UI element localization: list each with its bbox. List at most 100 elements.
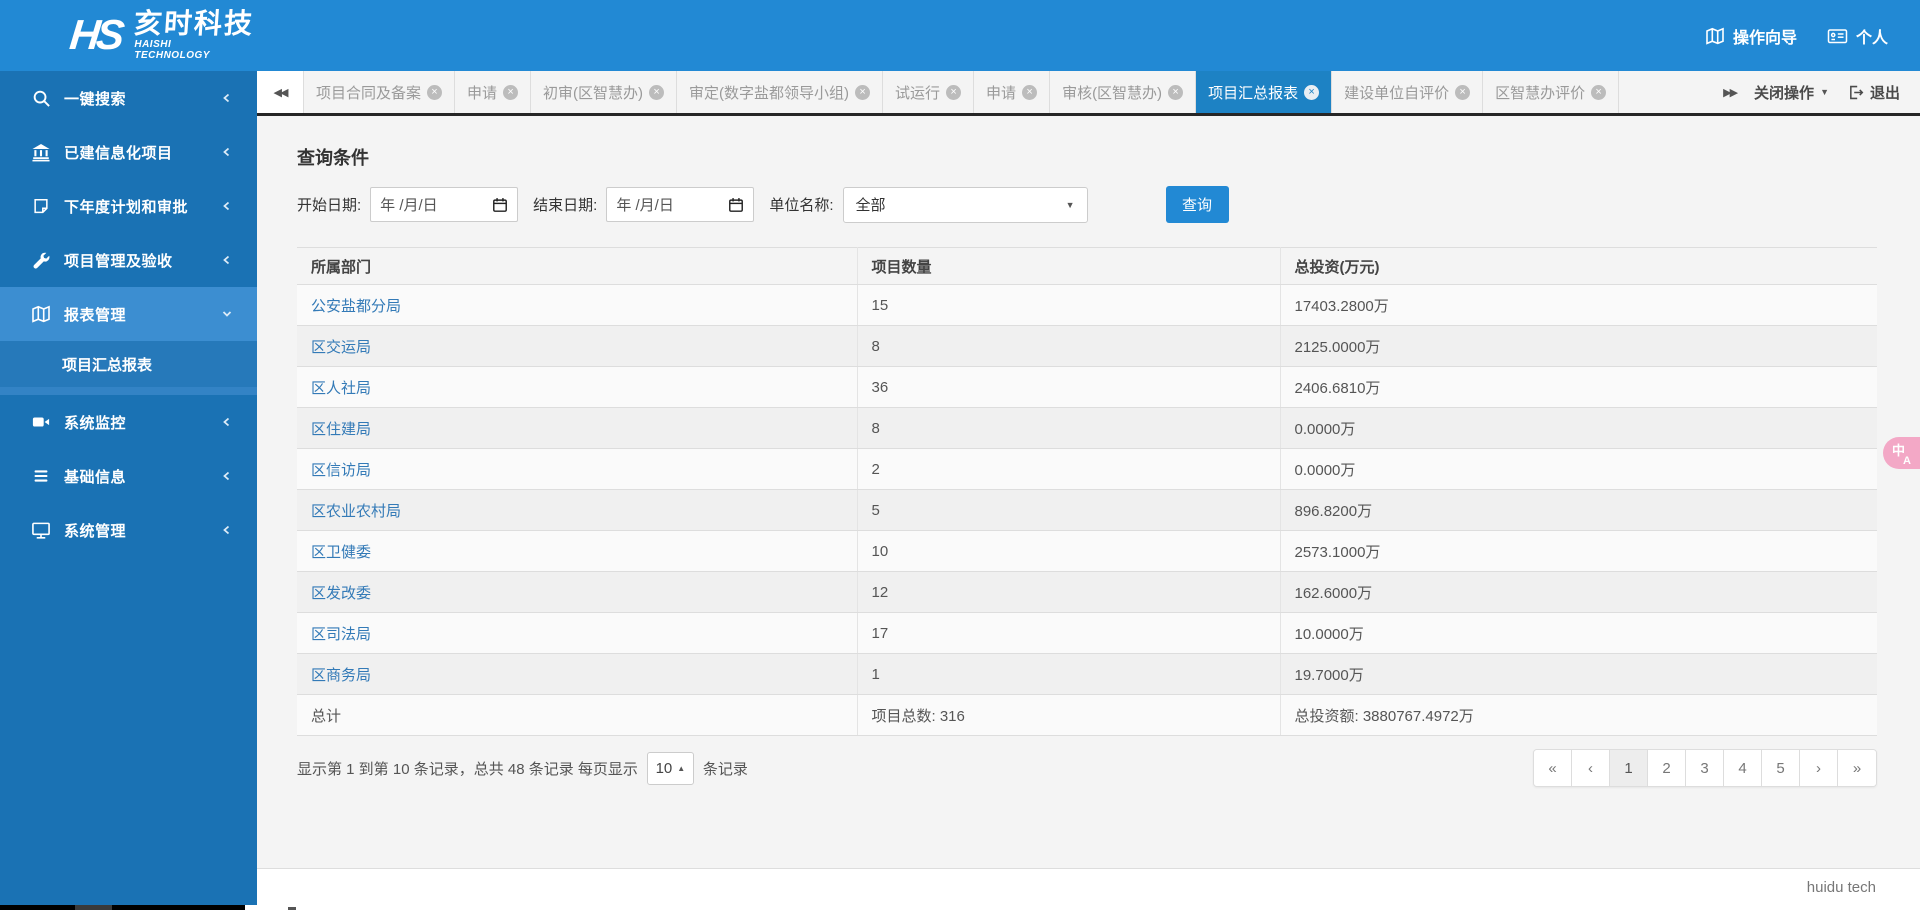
sidebar-item-system-monitor[interactable]: 系统监控 xyxy=(0,395,257,449)
tab-unit-self-evaluation[interactable]: 建设单位自评价 × xyxy=(1332,71,1484,113)
scroll-tabs-left-button[interactable]: ◀◀ xyxy=(257,71,303,113)
column-header-department: 所属部门 xyxy=(297,247,858,285)
tab-close-icon[interactable]: × xyxy=(1304,84,1320,100)
page-button-4[interactable]: 4 xyxy=(1724,750,1762,786)
search-button[interactable]: 查询 xyxy=(1165,186,1229,223)
sidebar-item-label: 下年度计划和审批 xyxy=(64,198,189,216)
department-link[interactable]: 区发改委 xyxy=(311,585,371,602)
tab-audit[interactable]: 审核(区智慧办) × xyxy=(1050,71,1197,113)
translate-floating-button[interactable]: 中 A xyxy=(1883,437,1920,469)
open-tabs-bar: ◀◀ 项目合同及备案 × 申请 × 初审(区智慧办) × 审定(数字盐都领导小组… xyxy=(257,71,1920,116)
sidebar-item-project-management[interactable]: 项目管理及验收 xyxy=(0,233,257,287)
department-link[interactable]: 区住建局 xyxy=(311,421,371,438)
tab-close-icon[interactable]: × xyxy=(649,84,665,100)
next-page-button[interactable]: › xyxy=(1800,750,1838,786)
tab-project-contract[interactable]: 项目合同及备案 × xyxy=(303,71,456,113)
sidebar-subitem-project-summary[interactable]: 项目汇总报表 xyxy=(0,341,257,387)
tab-close-icon[interactable]: × xyxy=(503,84,519,100)
last-page-button[interactable]: » xyxy=(1838,750,1876,786)
tab-close-icon[interactable]: × xyxy=(1591,84,1607,100)
tab-close-icon[interactable]: × xyxy=(427,84,443,100)
logo-mark: HS xyxy=(67,11,123,59)
page-size-select[interactable]: 10 ▲ xyxy=(646,751,694,785)
column-header-project-count: 项目数量 xyxy=(857,247,1281,285)
page-button-2[interactable]: 2 xyxy=(1648,750,1686,786)
sidebar-item-system-management[interactable]: 系统管理 xyxy=(0,503,257,557)
investment-cell: 2125.0000万 xyxy=(1280,325,1877,367)
close-operations-dropdown[interactable]: 关闭操作 ▼ xyxy=(1754,82,1829,103)
top-header-bar: HS 亥时科技 HAISHI TECHNOLOGY 操作向导 个人 xyxy=(0,0,1920,71)
unit-name-select[interactable]: 全部 ▼ xyxy=(842,186,1088,223)
investment-cell: 0.0000万 xyxy=(1280,407,1877,449)
start-date-input[interactable]: 年 /月/日 xyxy=(370,187,519,222)
sidebar-item-next-year-plan[interactable]: 下年度计划和审批 xyxy=(0,179,257,233)
operation-guide-button[interactable]: 操作向导 xyxy=(1705,24,1797,48)
table-row: 区农业农村局 5 896.8200万 xyxy=(297,489,1877,531)
department-link[interactable]: 公安盐都分局 xyxy=(311,298,401,315)
tab-close-icon[interactable]: × xyxy=(946,84,962,100)
tab-first-review[interactable]: 初审(区智慧办) × xyxy=(531,71,678,113)
project-count-cell: 8 xyxy=(857,407,1281,449)
tab-district-office-evaluation[interactable]: 区智慧办评价 × xyxy=(1483,71,1620,113)
department-link[interactable]: 区司法局 xyxy=(311,626,371,643)
project-count-cell: 1 xyxy=(857,653,1281,695)
tab-label: 建设单位自评价 xyxy=(1344,84,1450,102)
end-date-input[interactable]: 年 /月/日 xyxy=(606,187,755,222)
previous-page-button[interactable]: ‹ xyxy=(1572,750,1610,786)
project-count-cell: 36 xyxy=(857,366,1281,408)
bank-icon xyxy=(30,143,52,162)
report-map-icon xyxy=(30,304,52,324)
column-header-total-investment: 总投资(万元) xyxy=(1280,247,1877,285)
department-link[interactable]: 区交运局 xyxy=(311,339,371,356)
calendar-icon[interactable] xyxy=(492,197,508,213)
main-content: 查询条件 开始日期: 年 /月/日 结束日期: 年 /月/日 单位名称: 全部 … xyxy=(257,116,1920,868)
page-button-3[interactable]: 3 xyxy=(1686,750,1724,786)
investment-cell: 10.0000万 xyxy=(1280,612,1877,654)
page-button-1[interactable]: 1 xyxy=(1610,750,1648,786)
logout-button[interactable]: 退出 xyxy=(1847,82,1900,103)
department-link[interactable]: 区卫健委 xyxy=(311,544,371,561)
tab-close-icon[interactable]: × xyxy=(1168,84,1184,100)
tab-apply-1[interactable]: 申请 × xyxy=(455,71,532,113)
sidebar-item-basic-info[interactable]: 基础信息 xyxy=(0,449,257,503)
department-link[interactable]: 区商务局 xyxy=(311,667,371,684)
list-icon xyxy=(30,468,52,484)
sidebar-item-report-management[interactable]: 报表管理 xyxy=(0,287,257,341)
project-count-cell: 12 xyxy=(857,571,1281,613)
map-book-icon xyxy=(1705,26,1725,46)
department-link[interactable]: 区信访局 xyxy=(311,462,371,479)
sidebar-item-search[interactable]: 一键搜索 xyxy=(0,71,257,125)
tab-project-summary-report[interactable]: 项目汇总报表 × xyxy=(1196,71,1333,113)
first-page-button[interactable]: « xyxy=(1534,750,1572,786)
page-button-5[interactable]: 5 xyxy=(1762,750,1800,786)
tab-close-icon[interactable]: × xyxy=(1022,84,1038,100)
tab-apply-2[interactable]: 申请 × xyxy=(974,71,1051,113)
screen-edge-artifact xyxy=(0,905,245,910)
tab-label: 试运行 xyxy=(895,84,941,102)
department-link[interactable]: 区农业农村局 xyxy=(311,503,401,520)
table-header-row: 所属部门 项目数量 总投资(万元) xyxy=(297,247,1877,285)
investment-cell: 19.7000万 xyxy=(1280,653,1877,695)
tab-label: 初审(区智慧办) xyxy=(543,84,644,102)
department-link[interactable]: 区人社局 xyxy=(311,380,371,397)
logo-company-name: 亥时科技 xyxy=(133,8,256,40)
sidebar-item-label: 系统监控 xyxy=(64,414,127,432)
calendar-icon[interactable] xyxy=(728,197,744,213)
sidebar-item-built-projects[interactable]: 已建信息化项目 xyxy=(0,125,257,179)
tab-trial-run[interactable]: 试运行 × xyxy=(883,71,975,113)
table-row: 区司法局 17 10.0000万 xyxy=(297,612,1877,654)
desktop-icon xyxy=(30,521,52,540)
investment-cell: 2573.1000万 xyxy=(1280,530,1877,572)
tab-close-icon[interactable]: × xyxy=(855,84,871,100)
project-count-cell: 17 xyxy=(857,612,1281,654)
tab-label: 申请 xyxy=(986,84,1017,102)
page-footer: huidu tech xyxy=(257,868,1920,905)
profile-button[interactable]: 个人 xyxy=(1827,24,1888,48)
project-count-cell: 8 xyxy=(857,325,1281,367)
investment-cell: 0.0000万 xyxy=(1280,448,1877,490)
project-count-cell: 10 xyxy=(857,530,1281,572)
tab-final-approval[interactable]: 审定(数字盐都领导小组) × xyxy=(677,71,884,113)
unit-name-label: 单位名称: xyxy=(769,197,834,214)
tab-close-icon[interactable]: × xyxy=(1455,84,1471,100)
scroll-tabs-right-button[interactable]: ▶▶ xyxy=(1723,86,1738,99)
